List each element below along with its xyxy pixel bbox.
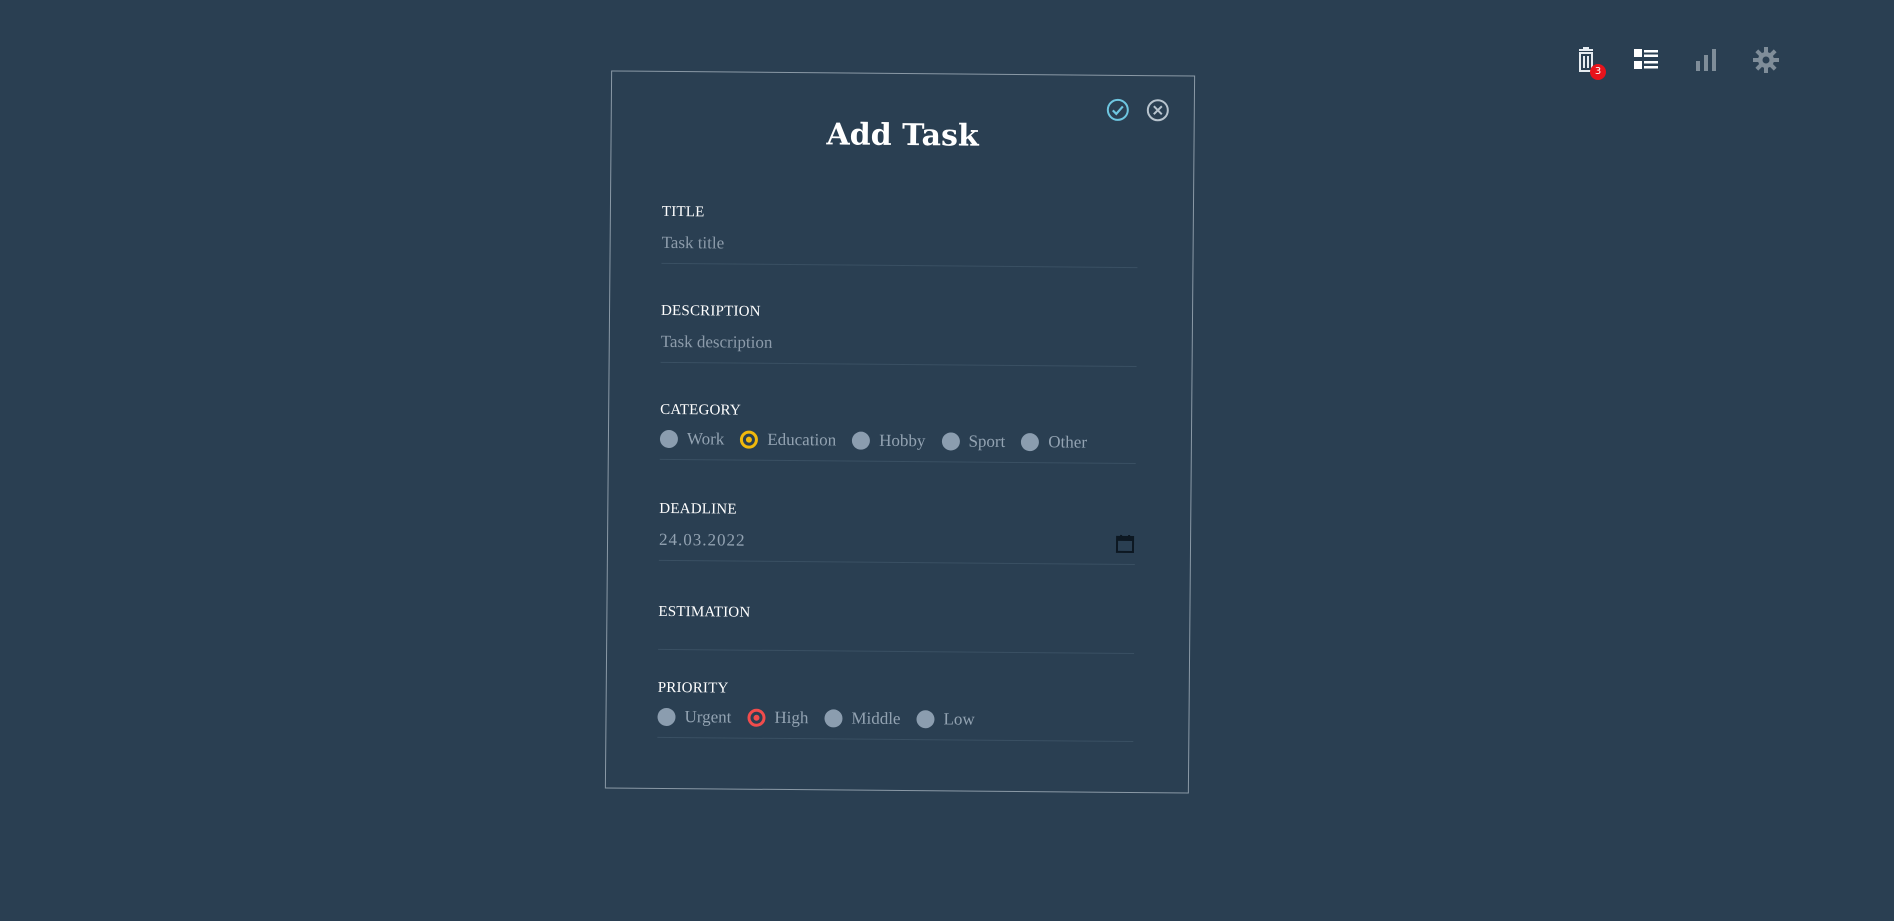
category-option-hobby[interactable]: Hobby	[852, 431, 926, 452]
priority-label: PRIORITY	[657, 679, 729, 697]
radio-unselected-icon	[852, 431, 871, 450]
priority-option-urgent[interactable]: Urgent	[657, 707, 731, 728]
priority-option-high[interactable]: High	[747, 708, 808, 729]
estimation-field[interactable]: ESTIMATION	[658, 603, 1135, 655]
radio-selected-icon	[740, 430, 759, 449]
task-list-icon[interactable]	[1630, 44, 1662, 76]
deadline-value: 24.03.2022	[658, 529, 746, 550]
category-radio-group: Work Education Hobby Sport Other	[659, 427, 1136, 463]
radio-unselected-icon	[916, 710, 935, 729]
category-label: CATEGORY	[660, 401, 742, 419]
radio-unselected-icon	[824, 709, 843, 728]
modal-title: Add Task	[826, 117, 979, 154]
category-field: CATEGORY Work Education Hobby Sport Othe…	[659, 401, 1137, 465]
title-field: TITLE	[661, 203, 1138, 269]
category-option-work[interactable]: Work	[659, 429, 724, 450]
calendar-icon[interactable]	[1115, 534, 1135, 554]
radio-unselected-icon	[1021, 433, 1040, 452]
description-label: DESCRIPTION	[660, 302, 761, 320]
radio-unselected-icon	[659, 429, 679, 449]
description-input[interactable]	[660, 327, 1137, 367]
title-label: TITLE	[661, 203, 705, 221]
radio-unselected-icon	[657, 707, 676, 727]
check-circle-icon[interactable]	[1106, 98, 1130, 122]
priority-option-low[interactable]: Low	[916, 709, 975, 730]
deadline-label: DEADLINE	[659, 500, 737, 518]
modal-actions	[1106, 98, 1170, 123]
deleted-count-badge: 3	[1590, 64, 1606, 80]
deadline-input[interactable]: 24.03.2022	[659, 526, 1135, 564]
category-option-other[interactable]: Other	[1021, 432, 1087, 453]
category-option-education[interactable]: Education	[740, 430, 836, 451]
stats-chart-icon[interactable]	[1690, 44, 1722, 76]
estimation-label: ESTIMATION	[658, 603, 751, 621]
settings-gear-icon[interactable]	[1750, 44, 1782, 76]
close-circle-icon[interactable]	[1146, 98, 1170, 122]
radio-selected-icon	[747, 708, 766, 727]
add-task-modal: Add Task TITLE DESCRIPTION CATEGORY Work…	[604, 70, 1196, 794]
category-option-sport[interactable]: Sport	[941, 431, 1005, 452]
deadline-field: DEADLINE 24.03.2022	[658, 500, 1136, 566]
tasks-trash-icon[interactable]: 3	[1570, 44, 1606, 80]
title-input[interactable]	[661, 228, 1138, 268]
radio-unselected-icon	[941, 432, 960, 451]
priority-field: PRIORITY Urgent High Middle Low	[657, 679, 1134, 743]
description-field: DESCRIPTION	[660, 302, 1138, 368]
priority-radio-group: Urgent High Middle Low	[657, 705, 1133, 741]
priority-option-middle[interactable]: Middle	[824, 708, 901, 729]
top-toolbar: 3	[1570, 44, 1782, 80]
